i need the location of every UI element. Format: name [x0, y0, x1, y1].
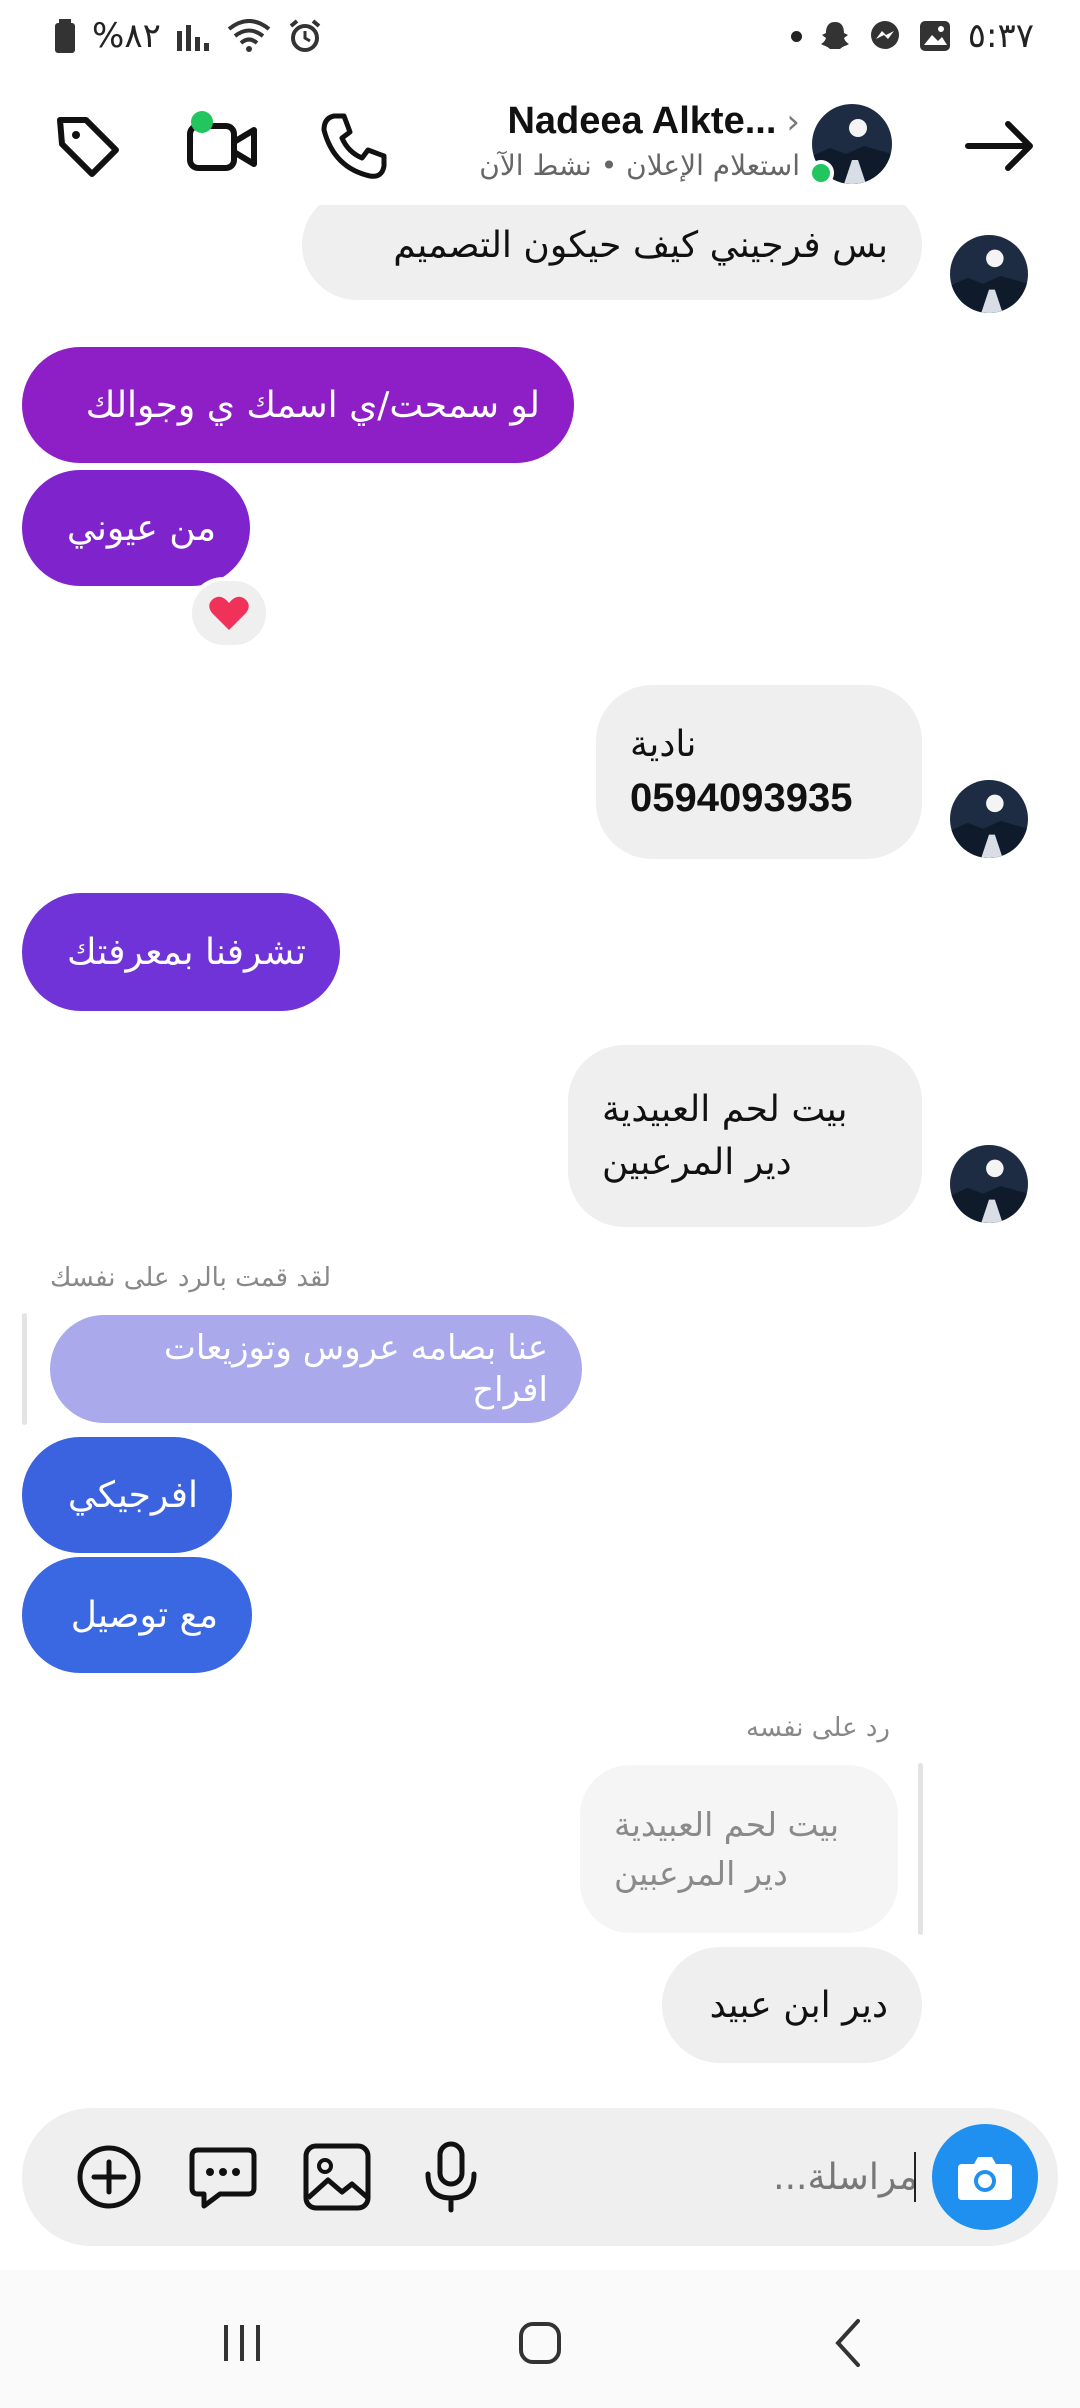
snapchat-icon [820, 22, 849, 49]
text-caret [914, 2152, 916, 2202]
sender-avatar[interactable] [950, 235, 1028, 313]
incoming-message[interactable]: دير ابن عبيد [662, 1947, 922, 2063]
message-composer [22, 2108, 1058, 2246]
contact-name[interactable]: Nadeea Alkte... [507, 100, 776, 142]
home-icon [519, 2322, 561, 2364]
incoming-message[interactable]: بس فرجيني كيف حيكون التصميم [302, 205, 922, 300]
alarm-icon [289, 19, 321, 52]
outgoing-message[interactable]: افرجيكي [22, 1437, 232, 1553]
reply-indicator: رد على نفسه [746, 1713, 890, 1743]
outgoing-message[interactable]: لو سمحت/ي اسمك ي وجوالك [22, 347, 574, 463]
message-text: بيت لحم العبيدية [602, 1089, 848, 1130]
contact-avatar[interactable] [808, 104, 892, 186]
contact-title[interactable]: Nadeea Alkte... › استعلام الإعلان • نشط ا… [400, 100, 800, 182]
reaction-badge[interactable] [188, 577, 270, 649]
quoted-message[interactable]: بيت لحم العبيدية دير المرعبين [580, 1765, 898, 1933]
message-text: لو سمحت/ي اسمك ي وجوالك [85, 384, 540, 426]
video-call-icon[interactable] [184, 108, 260, 184]
home-button[interactable] [500, 2308, 580, 2378]
wifi-icon [227, 19, 271, 52]
signal-icon [176, 25, 209, 51]
quoted-message[interactable]: عنا بصامه عروس وتوزيعات افراح [50, 1315, 582, 1423]
system-navigation-bar [0, 2270, 1080, 2408]
chevron-right-icon: › [786, 102, 800, 142]
quote-bar [918, 1763, 923, 1935]
phone-call-icon[interactable] [316, 108, 392, 184]
quoted-text: بيت لحم العبيدية [614, 1804, 840, 1844]
contact-subtitle: استعلام الإعلان • نشط الآن [479, 149, 800, 182]
gallery-icon [919, 21, 950, 51]
camera-button[interactable] [932, 2124, 1038, 2230]
notification-dot [790, 30, 802, 42]
incoming-message[interactable]: نادية 0594093935 [596, 685, 922, 859]
online-indicator [808, 160, 834, 186]
back-arrow-icon[interactable] [962, 108, 1038, 184]
chat-header: Nadeea Alkte... › استعلام الإعلان • نشط ا… [0, 90, 1080, 202]
sender-avatar[interactable] [950, 780, 1028, 858]
battery-icon [55, 19, 75, 53]
tag-icon[interactable] [50, 108, 126, 184]
battery-percent: %٨٢ [92, 16, 161, 56]
back-button[interactable] [808, 2308, 888, 2378]
recent-apps-button[interactable] [202, 2308, 282, 2378]
back-chevron-icon [835, 2319, 860, 2367]
status-left: %٨٢ [54, 16, 323, 56]
quoted-text: عنا بصامه عروس وتوزيعات افراح [163, 1327, 548, 1411]
gallery-icon[interactable] [298, 2138, 376, 2216]
phone-number[interactable]: 0594093935 [630, 773, 852, 823]
outgoing-message[interactable]: من عيوني [22, 470, 250, 586]
sender-avatar[interactable] [950, 1145, 1028, 1223]
quoted-text: دير المرعبين [614, 1854, 788, 1893]
status-bar: %٨٢ ٥:٣٧ [0, 0, 1080, 72]
recent-apps-icon [224, 2325, 260, 2361]
clock: ٥:٣٧ [967, 16, 1034, 56]
status-right: ٥:٣٧ [790, 16, 1034, 56]
message-text: نادية [630, 723, 697, 765]
message-text: دير المرعبين [602, 1142, 792, 1183]
message-text: من عيوني [66, 507, 216, 549]
camera-icon [958, 2157, 1012, 2200]
microphone-icon[interactable] [412, 2138, 490, 2216]
message-text: مع توصيل [70, 1594, 218, 1636]
quote-bar [22, 1313, 27, 1425]
add-icon[interactable] [70, 2138, 148, 2216]
messenger-icon [870, 21, 899, 49]
message-text: بس فرجيني كيف حيكون التصميم [393, 224, 888, 266]
outgoing-message[interactable]: مع توصيل [22, 1557, 252, 1673]
message-list[interactable]: بس فرجيني كيف حيكون التصميم لو سمحت/ي اس… [0, 205, 1080, 2105]
message-text: تشرفنا بمعرفتك [67, 931, 306, 973]
message-input[interactable] [598, 2138, 918, 2216]
outgoing-message[interactable]: تشرفنا بمعرفتك [22, 893, 340, 1011]
message-text: افرجيكي [67, 1474, 198, 1516]
reply-indicator: لقد قمت بالرد على نفسك [50, 1263, 332, 1293]
incoming-message[interactable]: بيت لحم العبيدية دير المرعبين [568, 1045, 922, 1227]
message-text: دير ابن عبيد [709, 1984, 888, 2026]
sticker-chat-icon[interactable] [184, 2138, 262, 2216]
heart-reaction-icon [209, 596, 249, 630]
